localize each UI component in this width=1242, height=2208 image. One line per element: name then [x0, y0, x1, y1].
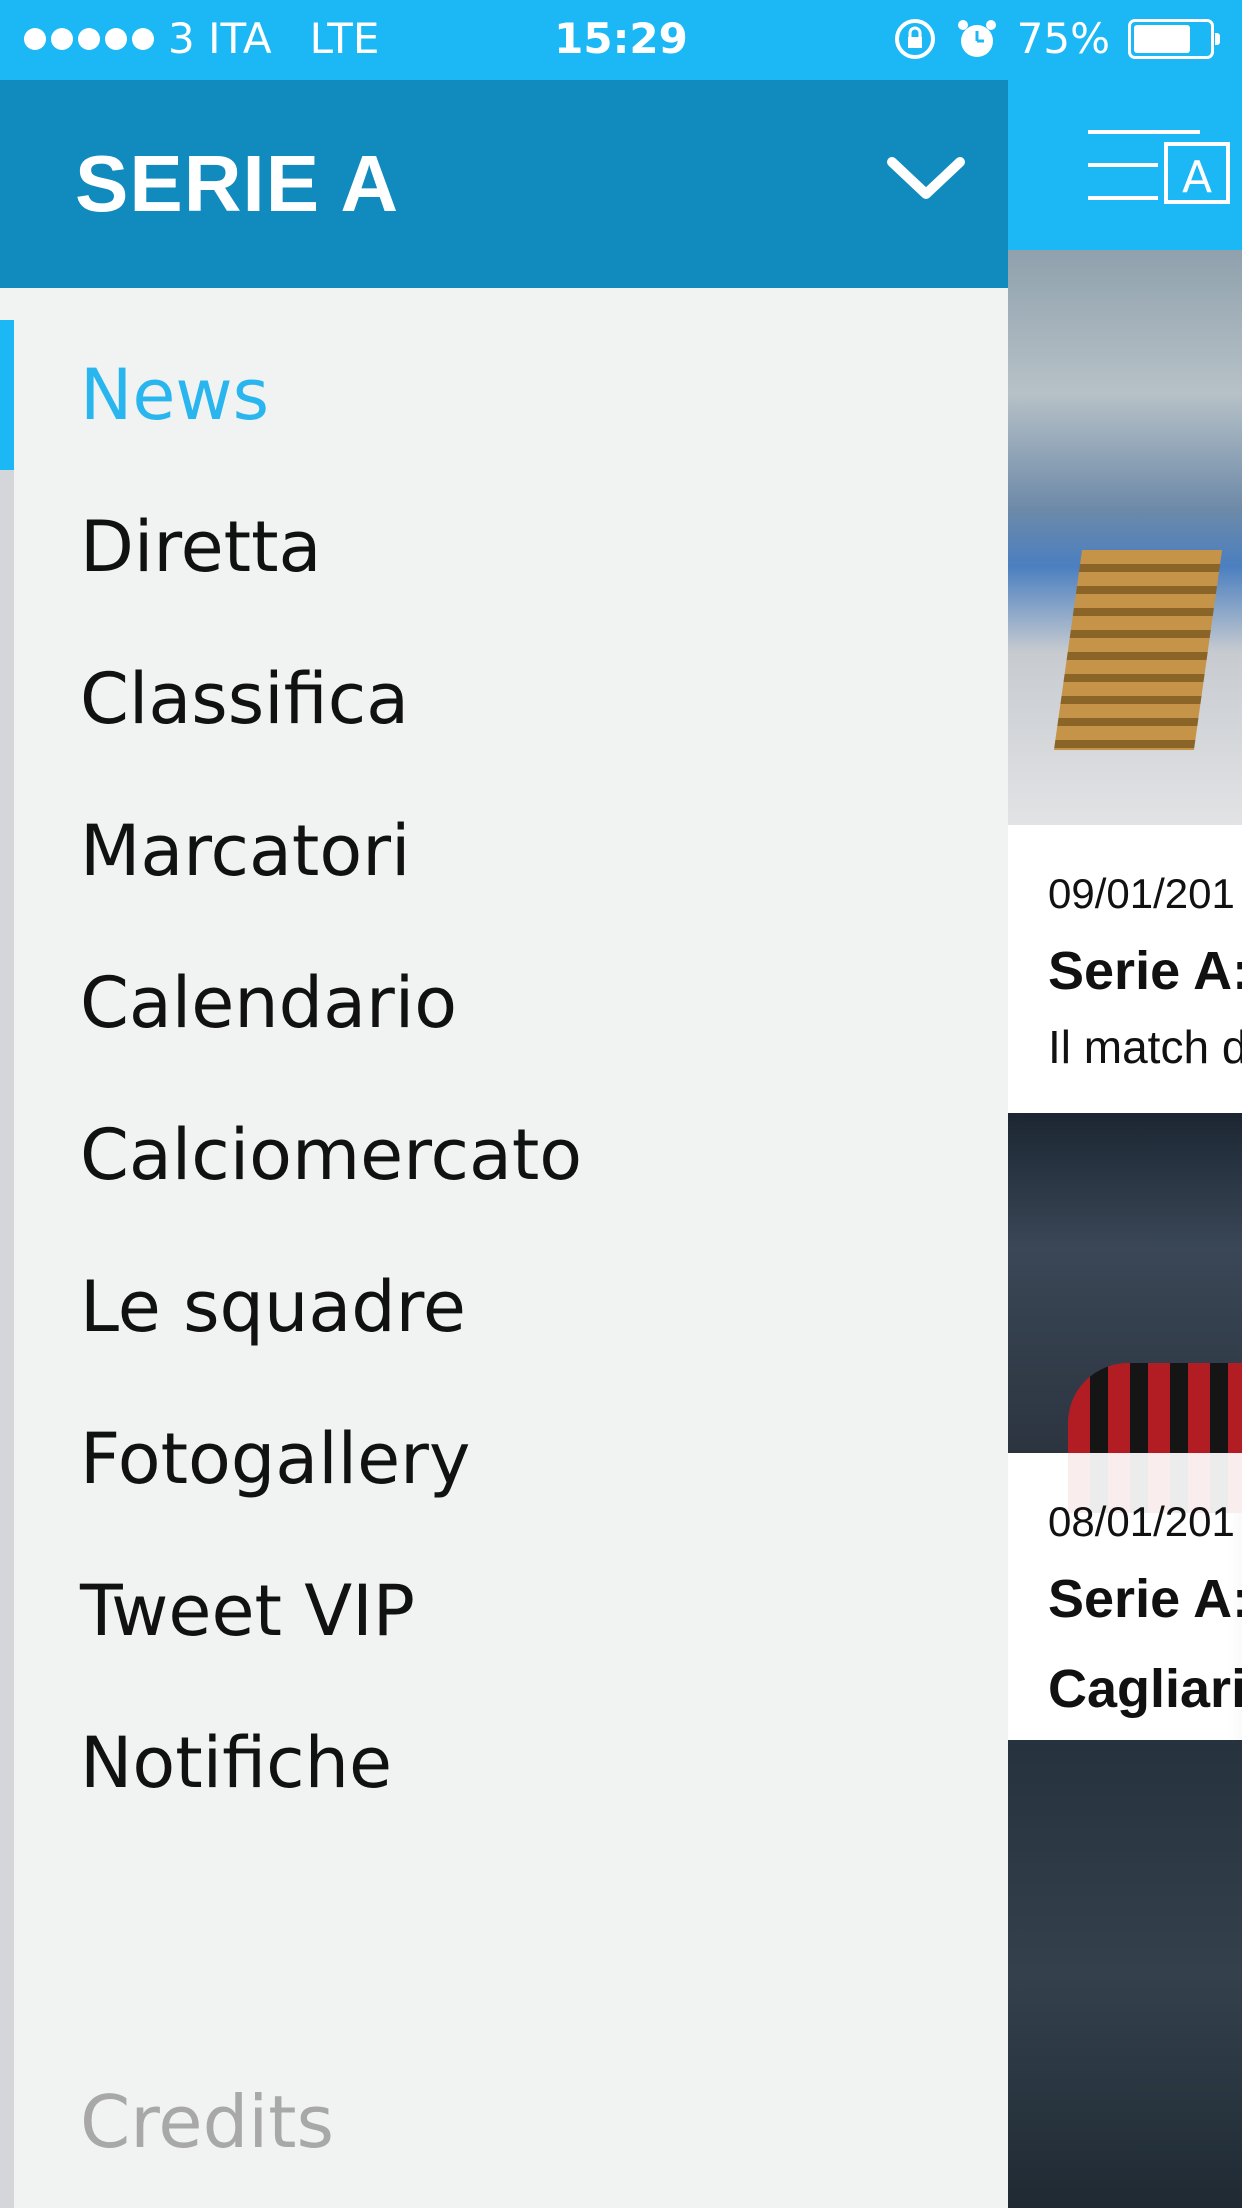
article-subtitle: Cagliari,: [1048, 1659, 1242, 1719]
svg-text:A: A: [1182, 152, 1212, 203]
side-drawer: SERIE A News Diretta Classifica Marcator…: [0, 0, 1008, 2208]
alarm-clock-icon: [957, 19, 996, 57]
credits-link[interactable]: Credits: [80, 2080, 334, 2164]
article-card[interactable]: 08/01/201 Serie A: Cagliari,: [1008, 1453, 1242, 1740]
menu-item-calciomercato[interactable]: Calciomercato: [80, 1100, 582, 1252]
article-card[interactable]: 09/01/201 Serie A: Il match d: [1008, 825, 1242, 1113]
battery-icon: [1128, 18, 1220, 59]
drawer-menu: News Diretta Classifica Marcatori Calend…: [80, 340, 582, 1860]
active-indicator: [0, 320, 14, 470]
drawer-header[interactable]: SERIE A: [0, 80, 1008, 288]
drawer-edge: [0, 320, 14, 2208]
chevron-down-icon[interactable]: [884, 148, 968, 208]
status-bar: 3 ITA LTE 15:29 75%: [0, 0, 1242, 80]
article-date: 08/01/201: [1048, 1498, 1235, 1545]
menu-item-notifiche[interactable]: Notifiche: [80, 1708, 582, 1860]
article-title: Serie A:: [1048, 1569, 1242, 1629]
article-subtitle: Il match d: [1048, 1021, 1242, 1073]
stadium-stairs: [1053, 550, 1223, 750]
menu-text-size-icon[interactable]: A: [1080, 120, 1240, 210]
status-icons: 75%: [893, 14, 1220, 63]
article-image[interactable]: [1008, 1740, 1242, 2208]
article-date: 09/01/201: [1048, 870, 1235, 917]
menu-item-news[interactable]: News: [80, 340, 582, 492]
menu-item-tweet-vip[interactable]: Tweet VIP: [80, 1556, 582, 1708]
app-header: A: [1008, 80, 1242, 250]
menu-item-le-squadre[interactable]: Le squadre: [80, 1252, 582, 1404]
menu-item-marcatori[interactable]: Marcatori: [80, 796, 582, 948]
news-feed: A 09/01/201 Serie A: Il match d 08/01/20…: [1008, 0, 1242, 2208]
rotation-lock-icon: [894, 18, 935, 59]
menu-item-classifica[interactable]: Classifica: [80, 644, 582, 796]
battery-percent: 75%: [1016, 14, 1110, 63]
article-image[interactable]: [1008, 1113, 1242, 1513]
menu-item-fotogallery[interactable]: Fotogallery: [80, 1404, 582, 1556]
article-title: Serie A:: [1048, 941, 1242, 1001]
article-image[interactable]: [1008, 250, 1242, 825]
menu-item-calendario[interactable]: Calendario: [80, 948, 582, 1100]
league-title: SERIE A: [75, 139, 400, 228]
menu-item-diretta[interactable]: Diretta: [80, 492, 582, 644]
